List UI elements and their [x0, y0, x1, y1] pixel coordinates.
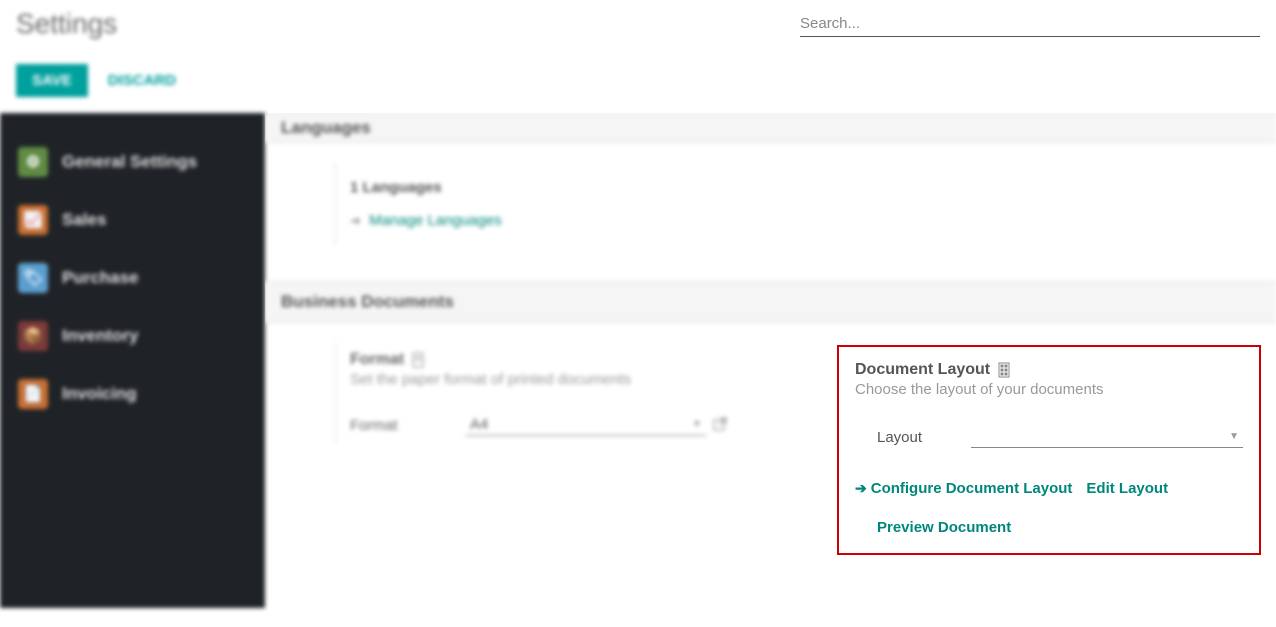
sidebar-item-label: Invoicing — [62, 384, 137, 404]
layout-row-label: Layout — [855, 429, 967, 446]
manage-languages-link[interactable]: Manage Languages — [369, 212, 502, 229]
discard-button[interactable]: DISCARD — [108, 72, 176, 89]
edit-layout-link[interactable]: Edit Layout — [1086, 480, 1168, 497]
sidebar-item-invoicing[interactable]: 📄 Invoicing — [0, 365, 265, 423]
layout-select[interactable]: ▼ — [971, 426, 1243, 448]
sidebar-item-sales[interactable]: 📈 Sales — [0, 191, 265, 249]
sidebar-item-purchase[interactable]: 🏷 Purchase — [0, 249, 265, 307]
format-block: Format Set the paper format of printed d… — [335, 343, 835, 444]
sidebar-item-label: General Settings — [62, 152, 197, 172]
format-title-label: Format — [350, 351, 404, 369]
box-icon: 📦 — [18, 321, 48, 351]
sidebar: ⚙ General Settings 📈 Sales 🏷 Purchase 📦 … — [0, 113, 265, 608]
languages-block: 1 Languages ➔ Manage Languages — [335, 163, 765, 245]
format-select-value: A4 — [470, 416, 488, 433]
sidebar-item-general-settings[interactable]: ⚙ General Settings — [0, 133, 265, 191]
configure-document-layout-link[interactable]: ➔ Configure Document Layout — [855, 480, 1072, 497]
action-bar: SAVE DISCARD — [0, 48, 1276, 113]
page-title: Settings — [16, 8, 117, 40]
format-row-label: Format — [350, 417, 460, 434]
sidebar-item-label: Sales — [62, 210, 106, 230]
preview-document-link[interactable]: Preview Document — [877, 519, 1011, 536]
document-icon — [410, 352, 426, 368]
building-icon — [996, 362, 1012, 378]
chevron-down-icon: ▼ — [692, 419, 702, 430]
languages-count-label: 1 Languages — [350, 171, 751, 204]
section-header-languages: Languages — [265, 113, 1276, 143]
document-layout-block: Document Layout Choose the layout of you… — [837, 345, 1261, 555]
save-button[interactable]: SAVE — [16, 64, 88, 97]
chart-icon: 📈 — [18, 205, 48, 235]
document-layout-title: Document Layout — [855, 361, 990, 379]
arrow-right-icon: ➔ — [855, 480, 867, 497]
gear-icon: ⚙ — [18, 147, 48, 177]
sidebar-item-inventory[interactable]: 📦 Inventory — [0, 307, 265, 365]
arrow-right-icon: ➔ — [350, 213, 361, 228]
format-select[interactable]: A4 ▼ — [466, 414, 706, 436]
format-description: Set the paper format of printed document… — [350, 371, 821, 388]
search-input[interactable] — [800, 11, 1260, 37]
external-link-icon[interactable] — [712, 416, 728, 435]
invoice-icon: 📄 — [18, 379, 48, 409]
section-header-business-documents: Business Documents — [265, 281, 1276, 323]
sidebar-item-label: Purchase — [62, 268, 139, 288]
chevron-down-icon: ▼ — [1229, 431, 1239, 442]
document-layout-description: Choose the layout of your documents — [855, 381, 1243, 398]
sidebar-item-label: Inventory — [62, 326, 139, 346]
tag-icon: 🏷 — [18, 263, 48, 293]
